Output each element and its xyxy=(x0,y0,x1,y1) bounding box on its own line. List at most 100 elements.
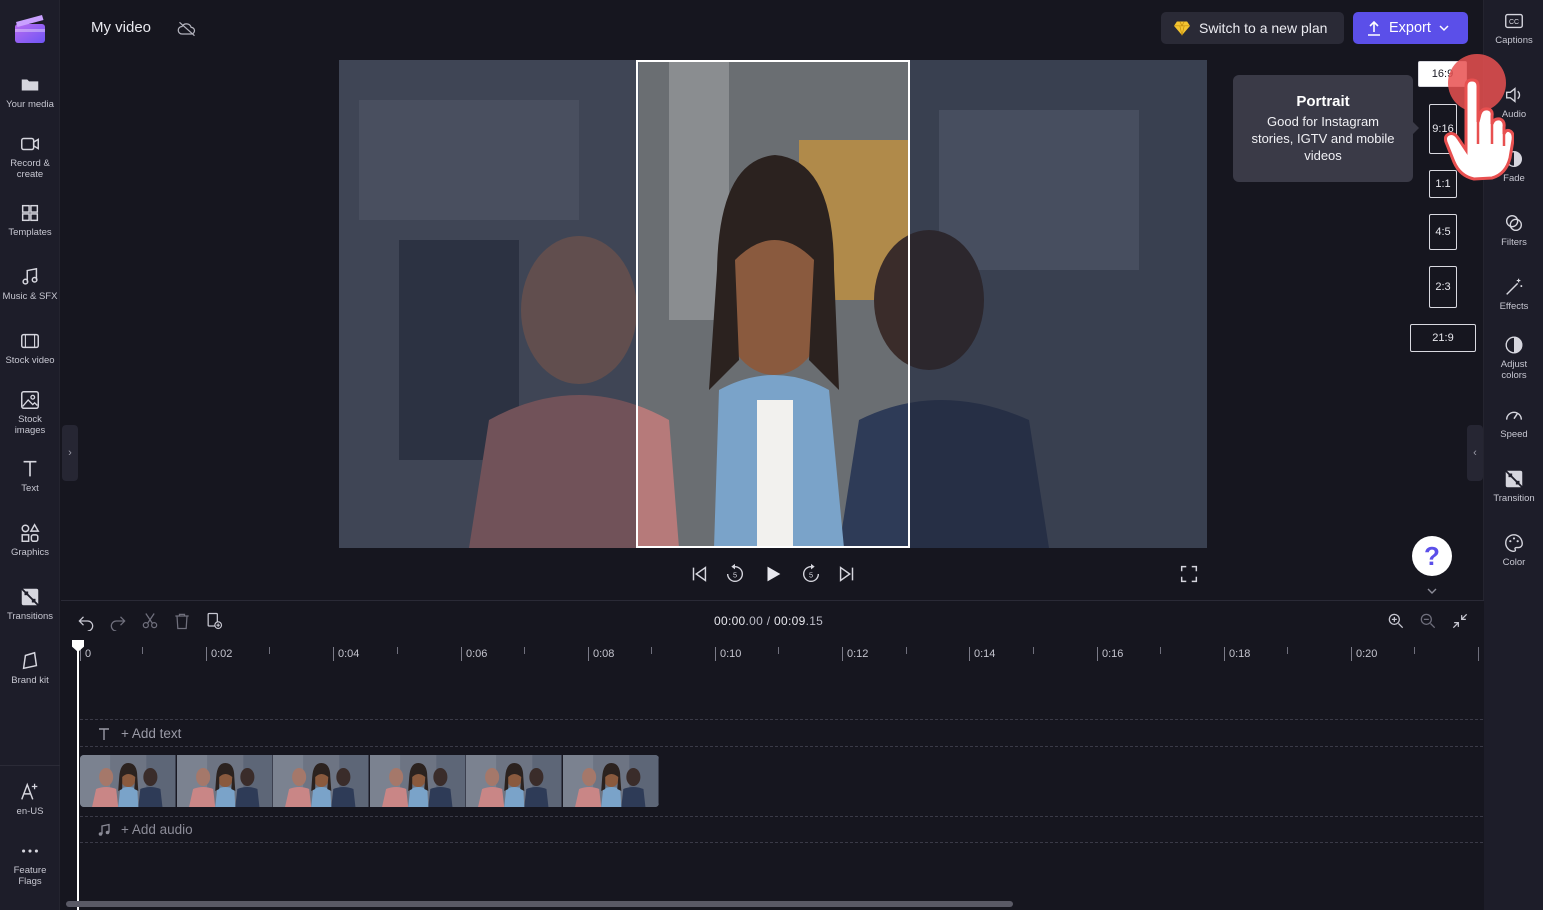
nav-stock-video[interactable]: Stock video xyxy=(0,330,60,366)
nav-graphics[interactable]: Graphics xyxy=(0,522,60,558)
add-text-label: + Add text xyxy=(121,726,182,741)
chevron-left-icon: ‹ xyxy=(1473,447,1477,459)
ruler-label: 0:06 xyxy=(461,647,487,661)
delete-trash-icon[interactable] xyxy=(172,611,192,631)
tooltip-title: Portrait xyxy=(1296,93,1350,110)
nav-transition[interactable]: Transition xyxy=(1484,468,1543,504)
nav-record-create[interactable]: Record & create xyxy=(0,133,60,180)
ruler-tick xyxy=(397,647,398,654)
nav-adjust-colors[interactable]: Adjust colors xyxy=(1484,334,1543,381)
nav-label: Brand kit xyxy=(11,675,49,686)
app-logo-icon[interactable] xyxy=(14,12,46,44)
ruler-label: 0:12 xyxy=(842,647,868,661)
folder-icon xyxy=(21,79,39,91)
speedometer-icon xyxy=(1505,411,1523,420)
ruler-label: 0:10 xyxy=(715,647,741,661)
export-button[interactable]: Export xyxy=(1353,12,1468,44)
clipchamp-editor: Your media Record & create Templates Mus… xyxy=(0,0,1543,910)
nav-transitions[interactable]: Transitions xyxy=(0,586,60,622)
ruler-label: 0:18 xyxy=(1224,647,1250,661)
project-title[interactable]: My video xyxy=(91,19,151,36)
playhead[interactable] xyxy=(77,643,79,910)
fullscreen-icon[interactable] xyxy=(1178,563,1200,585)
palette-icon xyxy=(1505,534,1523,552)
undo-icon[interactable] xyxy=(76,611,96,631)
fit-timeline-icon[interactable] xyxy=(1450,611,1470,631)
forward-5s-icon[interactable]: 5 xyxy=(800,563,822,585)
timecode-separator: / xyxy=(763,614,775,628)
switch-plan-button[interactable]: Switch to a new plan xyxy=(1161,12,1344,44)
chevron-down-icon[interactable] xyxy=(1426,587,1438,595)
cloud-off-icon[interactable] xyxy=(177,19,197,39)
zoom-out-icon[interactable] xyxy=(1418,611,1438,631)
portrait-crop-frame[interactable] xyxy=(636,60,910,548)
nav-effects[interactable]: Effects xyxy=(1484,276,1543,312)
zoom-in-icon[interactable] xyxy=(1386,611,1406,631)
nav-label: Stock video xyxy=(5,355,55,366)
nav-your-media[interactable]: Your media xyxy=(0,74,60,110)
image-icon xyxy=(21,391,39,409)
nav-color[interactable]: Color xyxy=(1484,532,1543,568)
rewind-5s-icon[interactable]: 5 xyxy=(724,563,746,585)
more-icon xyxy=(22,849,38,853)
nav-label: Speed xyxy=(1500,429,1528,440)
clip-thumbnail xyxy=(273,755,370,807)
nav-label: Transition xyxy=(1493,493,1535,504)
nav-captions[interactable]: CC Captions xyxy=(1484,10,1543,46)
aspect-ratio-2-3[interactable]: 2:3 xyxy=(1429,266,1457,308)
nav-speed[interactable]: Speed xyxy=(1484,404,1543,440)
ruler-label: 0:02 xyxy=(206,647,232,661)
video-clip[interactable] xyxy=(80,755,659,807)
nav-label: Your media xyxy=(6,99,54,110)
aspect-ratio-4-5[interactable]: 4:5 xyxy=(1429,214,1457,250)
left-sidebar: Your media Record & create Templates Mus… xyxy=(0,0,60,910)
ruler-tick xyxy=(778,647,779,654)
track-divider xyxy=(80,746,1483,747)
nav-label: Stock images xyxy=(14,414,46,436)
shapes-icon xyxy=(21,523,40,542)
nav-feature-flags[interactable]: Feature Flags xyxy=(0,840,60,887)
add-audio-label: + Add audio xyxy=(121,822,193,837)
play-icon[interactable] xyxy=(762,563,784,585)
nav-label: Transitions xyxy=(6,611,54,622)
nav-label: Captions xyxy=(1495,35,1533,46)
add-text-track[interactable]: + Add text xyxy=(97,726,181,741)
ruler-label: 0:20 xyxy=(1351,647,1377,661)
redo-icon[interactable] xyxy=(108,611,128,631)
nav-stock-images[interactable]: Stock images xyxy=(0,389,60,436)
help-button[interactable]: ? xyxy=(1412,536,1452,576)
expand-left-panel-button[interactable]: › xyxy=(62,425,78,481)
brand-kit-icon xyxy=(22,651,38,670)
svg-text:5: 5 xyxy=(733,571,737,580)
magic-wand-icon xyxy=(1506,278,1523,295)
nav-brand-kit[interactable]: Brand kit xyxy=(0,650,60,686)
ruler-tick xyxy=(1287,647,1288,654)
svg-text:CC: CC xyxy=(1509,19,1519,26)
nav-templates[interactable]: Templates xyxy=(0,202,60,238)
nav-language[interactable]: en-US xyxy=(0,781,60,817)
nav-text[interactable]: Text xyxy=(0,458,60,494)
clip-thumbnail xyxy=(80,755,177,807)
current-time: 00:00 xyxy=(714,614,746,628)
collapse-right-panel-button[interactable]: ‹ xyxy=(1467,425,1483,481)
ruler-tick xyxy=(524,647,525,654)
templates-icon xyxy=(21,204,39,222)
aspect-ratio-21-9[interactable]: 21:9 xyxy=(1410,324,1476,352)
nav-filters[interactable]: Filters xyxy=(1484,212,1543,248)
ruler-label: 0 xyxy=(80,647,91,661)
diamond-icon xyxy=(1174,21,1190,36)
duplicate-icon[interactable] xyxy=(204,611,224,631)
ruler-label: 0:14 xyxy=(969,647,995,661)
clip-thumbnail xyxy=(466,755,563,807)
help-label: ? xyxy=(1424,540,1440,571)
svg-text:5: 5 xyxy=(809,571,813,580)
clip-thumbnail xyxy=(369,755,466,807)
skip-to-start-icon[interactable] xyxy=(688,563,710,585)
skip-to-end-icon[interactable] xyxy=(836,563,858,585)
nav-music-sfx[interactable]: Music & SFX xyxy=(0,266,60,302)
text-icon xyxy=(99,727,109,740)
timeline-scrollbar[interactable] xyxy=(66,901,1013,907)
nav-label: Record & create xyxy=(10,158,50,180)
add-audio-track[interactable]: + Add audio xyxy=(97,822,193,837)
split-scissors-icon[interactable] xyxy=(140,611,160,631)
